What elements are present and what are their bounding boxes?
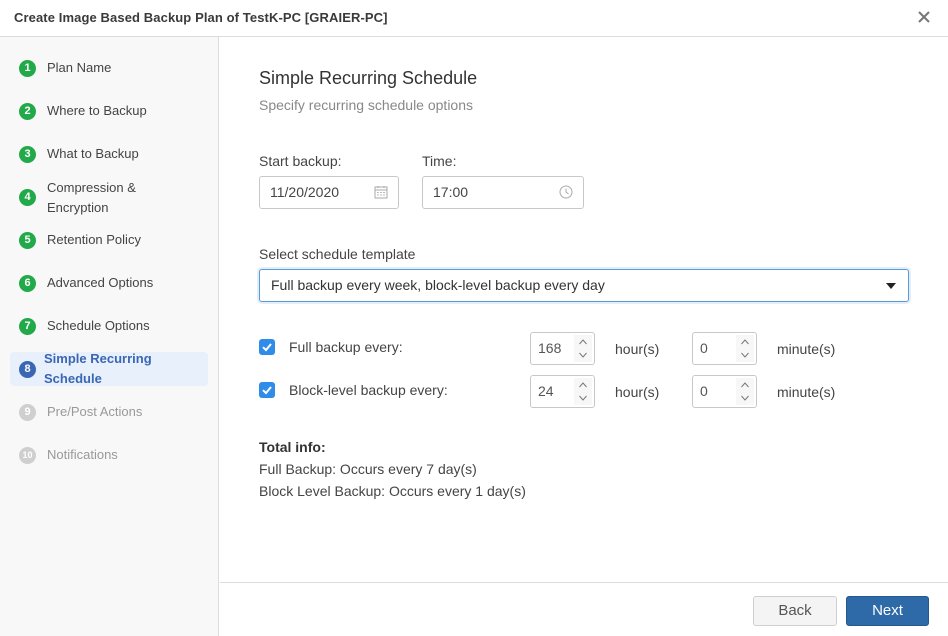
sidebar-step-notifications: 10 Notifications: [10, 438, 208, 472]
checkmark-icon: [262, 386, 272, 395]
time-value: 17:00: [433, 184, 469, 200]
step-number-badge: 5: [19, 231, 36, 249]
calendar-icon[interactable]: [374, 185, 388, 199]
chevron-up-icon[interactable]: [578, 380, 588, 390]
sidebar-step-what-to-backup[interactable]: 3 What to Backup: [10, 137, 208, 171]
sidebar-step-advanced-options[interactable]: 6 Advanced Options: [10, 266, 208, 300]
full-backup-minutes-value: 0: [700, 340, 708, 356]
chevron-up-icon[interactable]: [740, 337, 750, 347]
schedule-template-select[interactable]: Full backup every week, block-level back…: [259, 269, 909, 302]
chevron-down-icon[interactable]: [740, 350, 750, 360]
minutes-unit-label: minute(s): [777, 341, 836, 357]
block-level-hours-stepper[interactable]: 24: [530, 375, 595, 408]
sidebar-step-plan-name[interactable]: 1 Plan Name: [10, 51, 208, 85]
dialog-titlebar: Create Image Based Backup Plan of TestK-…: [0, 0, 948, 37]
start-date-value: 11/20/2020: [270, 184, 340, 200]
time-field[interactable]: 17:00: [422, 176, 584, 209]
chevron-down-icon: [886, 283, 896, 289]
block-level-hours-value: 24: [538, 383, 554, 399]
hours-unit-label: hour(s): [615, 384, 660, 400]
dialog-footer: Back Next: [220, 582, 948, 636]
sidebar-step-retention-policy[interactable]: 5 Retention Policy: [10, 223, 208, 257]
step-label: Retention Policy: [47, 232, 141, 247]
close-button[interactable]: [914, 6, 934, 28]
sidebar-step-simple-recurring-schedule[interactable]: 8 Simple Recurring Schedule: [10, 349, 208, 389]
full-backup-label: Full backup every:: [289, 339, 403, 355]
wizard-steps-sidebar: 1 Plan Name 2 Where to Backup 3 What to …: [0, 37, 219, 636]
schedule-template-label: Select schedule template: [259, 246, 416, 262]
step-label-line1: Compression &: [47, 180, 136, 195]
total-info-title: Total info:: [259, 439, 326, 455]
step-label: Notifications: [47, 447, 118, 462]
sidebar-step-schedule-options[interactable]: 7 Schedule Options: [10, 309, 208, 343]
minutes-unit-label: minute(s): [777, 384, 836, 400]
step-label: What to Backup: [47, 146, 139, 161]
total-info-full-backup: Full Backup: Occurs every 7 day(s): [259, 461, 477, 477]
full-backup-hours-stepper[interactable]: 168: [530, 332, 595, 365]
step-number-badge: 4: [19, 188, 36, 206]
total-info-block-level-backup: Block Level Backup: Occurs every 1 day(s…: [259, 483, 526, 499]
step-number-badge: 10: [19, 446, 36, 464]
step-number-badge: 1: [19, 59, 36, 77]
step-label: Plan Name: [47, 60, 112, 75]
chevron-up-icon[interactable]: [578, 337, 588, 347]
sidebar-step-compression-encryption[interactable]: 4 Compression & Encryption: [10, 180, 208, 215]
full-backup-minutes-stepper[interactable]: 0: [692, 332, 757, 365]
full-backup-checkbox[interactable]: [259, 339, 275, 355]
chevron-down-icon[interactable]: [578, 393, 588, 403]
step-number-badge: 7: [19, 317, 36, 335]
chevron-down-icon[interactable]: [578, 350, 588, 360]
schedule-template-value: Full backup every week, block-level back…: [271, 277, 605, 293]
start-backup-label: Start backup:: [259, 153, 342, 169]
page-subtitle: Specify recurring schedule options: [259, 97, 474, 113]
step-number-badge: 6: [19, 274, 36, 292]
step-label: Pre/Post Actions: [47, 404, 143, 419]
step-number-badge: 8: [19, 360, 36, 378]
dialog-title: Create Image Based Backup Plan of TestK-…: [14, 10, 388, 25]
step-label-line1: Simple Recurring: [44, 351, 152, 366]
back-button[interactable]: Back: [753, 596, 837, 626]
full-backup-hours-value: 168: [538, 340, 562, 356]
step-label: Simple Recurring Schedule: [44, 349, 152, 389]
block-level-backup-label: Block-level backup every:: [289, 382, 448, 398]
block-level-minutes-stepper[interactable]: 0: [692, 375, 757, 408]
step-number-badge: 3: [19, 145, 36, 163]
chevron-down-icon[interactable]: [740, 393, 750, 403]
main-content: Simple Recurring Schedule Specify recurr…: [220, 37, 948, 582]
step-label-line2: Schedule: [44, 371, 102, 386]
hours-unit-label: hour(s): [615, 341, 660, 357]
chevron-up-icon[interactable]: [740, 380, 750, 390]
clock-icon[interactable]: [559, 185, 573, 199]
checkmark-icon: [262, 343, 272, 352]
page-title: Simple Recurring Schedule: [259, 68, 478, 88]
start-date-field[interactable]: 11/20/2020: [259, 176, 399, 209]
step-number-badge: 9: [19, 403, 36, 421]
step-number-badge: 2: [19, 102, 36, 120]
time-label: Time:: [422, 153, 457, 169]
sidebar-step-where-to-backup[interactable]: 2 Where to Backup: [10, 94, 208, 128]
step-label: Advanced Options: [47, 275, 154, 290]
block-level-backup-checkbox[interactable]: [259, 382, 275, 398]
step-label: Compression & Encryption: [47, 178, 136, 218]
step-label-line2: Encryption: [47, 200, 109, 215]
step-label: Where to Backup: [47, 103, 147, 118]
close-icon: [918, 11, 930, 23]
sidebar-step-pre-post-actions: 9 Pre/Post Actions: [10, 395, 208, 429]
next-button[interactable]: Next: [846, 596, 929, 626]
block-level-minutes-value: 0: [700, 383, 708, 399]
step-label: Schedule Options: [47, 318, 150, 333]
